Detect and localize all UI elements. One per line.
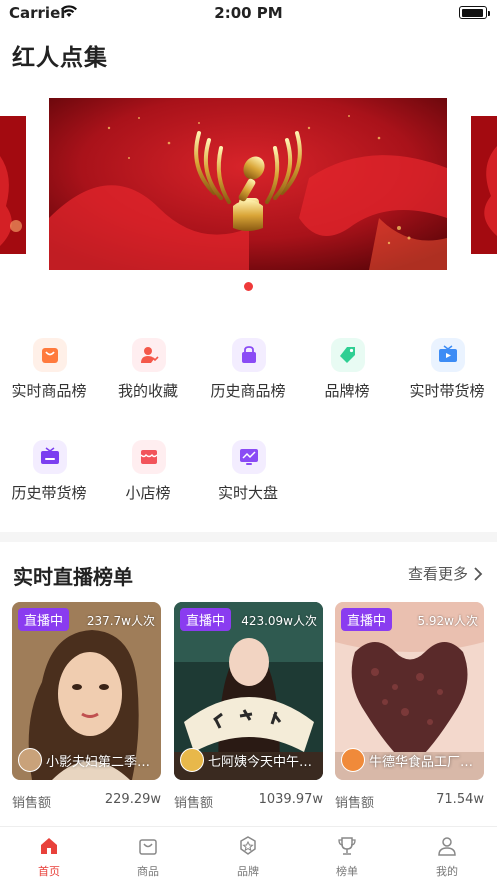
streamer-info: 牛德华食品工厂…	[341, 748, 480, 772]
category-label: 品牌榜	[324, 382, 370, 400]
sales-value: 1039.97w	[258, 792, 323, 807]
see-more-link[interactable]: 查看更多	[408, 563, 483, 584]
tab-rankings[interactable]: 榜单	[317, 835, 377, 879]
sales-value: 229.29w	[104, 792, 161, 807]
banner-next-slide[interactable]	[471, 116, 497, 254]
banner-prev-slide[interactable]	[0, 116, 26, 254]
chevron-right-icon	[474, 566, 483, 581]
tab-bar: 首页 商品 品牌 榜单 我的	[0, 826, 497, 883]
category-label: 实时商品榜	[11, 382, 87, 400]
streamer-name: 牛德华食品工厂…	[369, 754, 474, 770]
category-realtime-products[interactable]: 实时商品榜	[5, 338, 93, 418]
sales-value: 71.54w	[436, 792, 484, 807]
tab-home[interactable]: 首页	[19, 835, 79, 879]
live-badge: 直播中	[341, 608, 393, 631]
streamer-name: 七阿姨今天中午…	[208, 754, 313, 770]
status-bar: Carrier 2:00 PM	[0, 0, 497, 26]
see-more-label: 查看更多	[407, 565, 468, 583]
tv-icon	[33, 440, 67, 474]
category-history-sellers[interactable]: 历史带货榜	[5, 440, 93, 520]
avatar	[341, 748, 365, 772]
badge-icon	[240, 836, 256, 855]
category-label: 我的收藏	[117, 382, 178, 400]
store-icon	[132, 440, 166, 474]
tab-label: 榜单	[336, 865, 358, 878]
category-realtime-market[interactable]: 实时大盘	[204, 440, 292, 520]
live-badge: 直播中	[180, 608, 232, 631]
avatar	[18, 748, 42, 772]
sales-label: 销售额	[174, 796, 214, 811]
tag-icon	[331, 338, 365, 372]
battery-icon	[459, 6, 490, 19]
favorite-user-icon	[132, 338, 166, 372]
tab-label: 我的	[436, 865, 458, 878]
tab-label: 首页	[38, 865, 60, 878]
category-label: 实时带货榜	[409, 382, 485, 400]
shopping-bag-icon	[33, 338, 67, 372]
category-brand-rank[interactable]: 品牌榜	[303, 338, 391, 418]
live-card[interactable]: 直播中 5.92w人次 牛德华食品工厂…	[335, 602, 484, 780]
home-icon	[41, 838, 57, 854]
tv-play-icon	[431, 338, 465, 372]
category-label: 小店榜	[125, 484, 171, 502]
viewer-count: 5.92w人次	[417, 614, 478, 628]
bag-icon	[139, 839, 157, 855]
tab-label: 商品	[137, 865, 159, 878]
streamer-info: 小影夫妇第二季…	[18, 748, 157, 772]
trophy-icon	[338, 837, 356, 855]
category-realtime-sellers[interactable]: 实时带货榜	[403, 338, 491, 418]
tab-brands[interactable]: 品牌	[218, 835, 278, 879]
category-label: 历史商品榜	[210, 382, 286, 400]
banner-image[interactable]	[49, 98, 447, 270]
user-icon	[438, 837, 456, 856]
monitor-chart-icon	[232, 440, 266, 474]
category-history-products[interactable]: 历史商品榜	[204, 338, 292, 418]
tab-products[interactable]: 商品	[118, 835, 178, 879]
purple-bag-icon	[232, 338, 266, 372]
live-card[interactable]: 直播中 423.09w人次 七阿姨今天中午…	[174, 602, 323, 780]
category-store-rank[interactable]: 小店榜	[104, 440, 192, 520]
app-title: 红人点集	[12, 45, 108, 71]
streamer-info: 七阿姨今天中午…	[180, 748, 319, 772]
tab-label: 品牌	[237, 865, 259, 878]
tab-profile[interactable]: 我的	[417, 835, 477, 879]
live-card[interactable]: 直播中 237.7w人次 小影夫妇第二季…	[12, 602, 161, 780]
sales-label: 销售额	[12, 796, 52, 811]
viewer-count: 237.7w人次	[86, 614, 155, 628]
category-label: 实时大盘	[217, 484, 278, 502]
carousel-indicator[interactable]	[244, 282, 253, 291]
viewer-count: 423.09w人次	[241, 614, 317, 628]
live-badge: 直播中	[18, 608, 70, 631]
streamer-name: 小影夫妇第二季…	[46, 754, 151, 770]
category-my-favorites[interactable]: 我的收藏	[104, 338, 192, 418]
section-divider	[0, 532, 497, 542]
live-section-title: 实时直播榜单	[13, 565, 133, 589]
clock: 2:00 PM	[214, 4, 283, 22]
category-label: 历史带货榜	[11, 484, 87, 502]
avatar	[180, 748, 204, 772]
sales-label: 销售额	[335, 796, 375, 811]
